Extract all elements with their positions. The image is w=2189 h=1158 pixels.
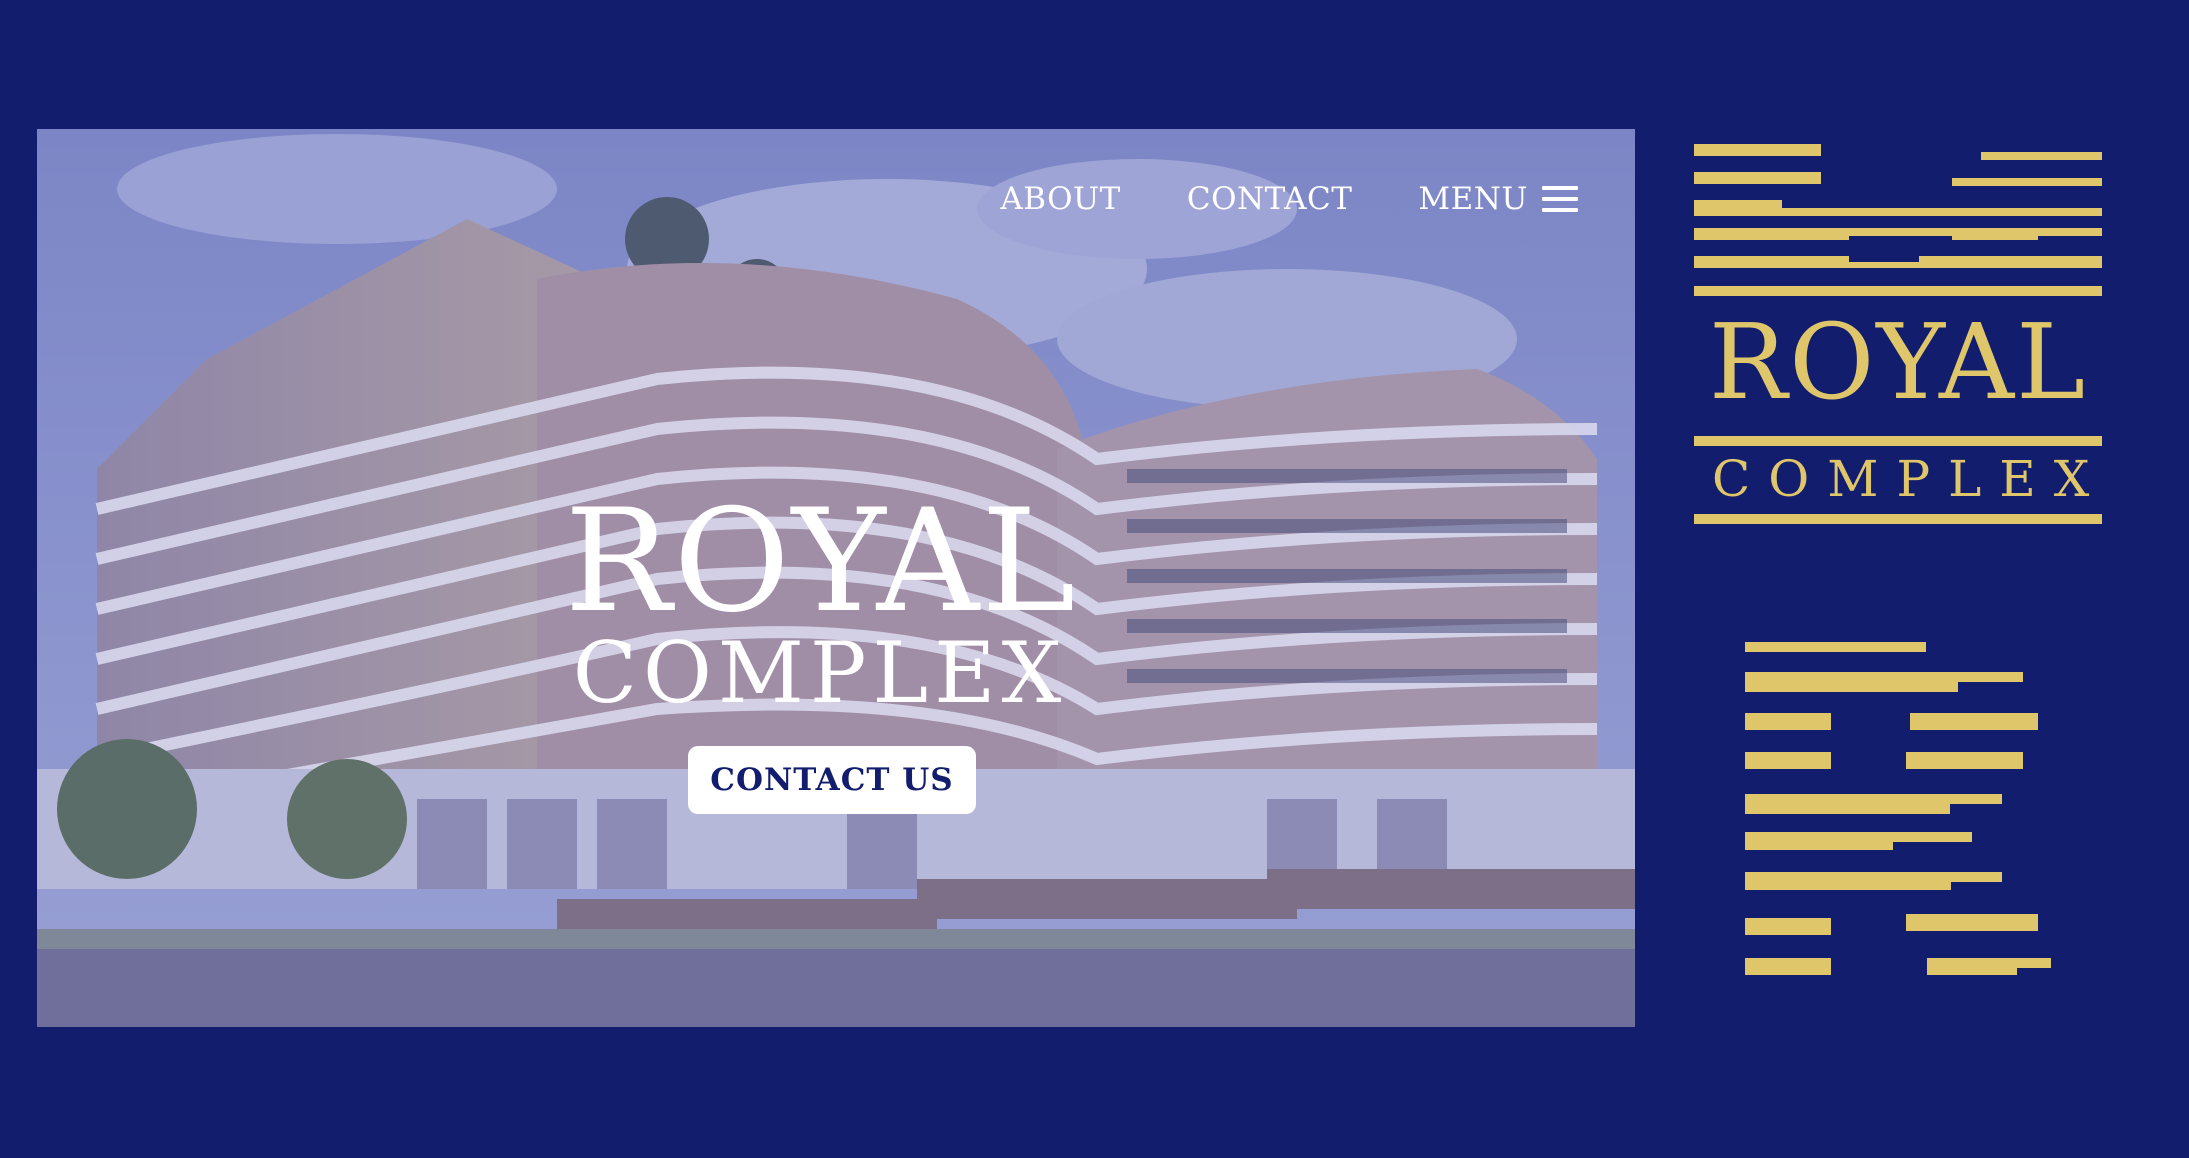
logo-title-royal: ROYAL [1708, 301, 2088, 423]
hero-title: ROYAL COMPLEX [37, 479, 1635, 722]
nav-contact-link[interactable]: CONTACT [1187, 181, 1353, 217]
logo-stripes-graphic [1694, 144, 2102, 296]
hero-title-royal: ROYAL [564, 479, 1078, 644]
hero-title-complex: COMPLEX [572, 624, 1068, 722]
monogram-stripes-graphic [1745, 642, 2051, 975]
main-nav: ABOUT CONTACT MENU [1000, 181, 1578, 217]
nav-menu-label: MENU [1418, 181, 1528, 217]
hero-banner: ABOUT CONTACT MENU ROYAL COMPLEX CONTACT… [37, 129, 1635, 1027]
nav-about-link[interactable]: ABOUT [1000, 181, 1120, 217]
royal-complex-logo: ROYAL COMPLEX [1694, 142, 2102, 532]
logo-divider-top [1694, 436, 2102, 446]
hamburger-icon [1542, 186, 1578, 212]
logo-divider-bottom [1694, 514, 2102, 524]
logo-title-complex: COMPLEX [1712, 450, 2108, 508]
contact-us-button[interactable]: CONTACT US [688, 746, 976, 814]
nav-menu-button[interactable]: MENU [1418, 181, 1578, 217]
